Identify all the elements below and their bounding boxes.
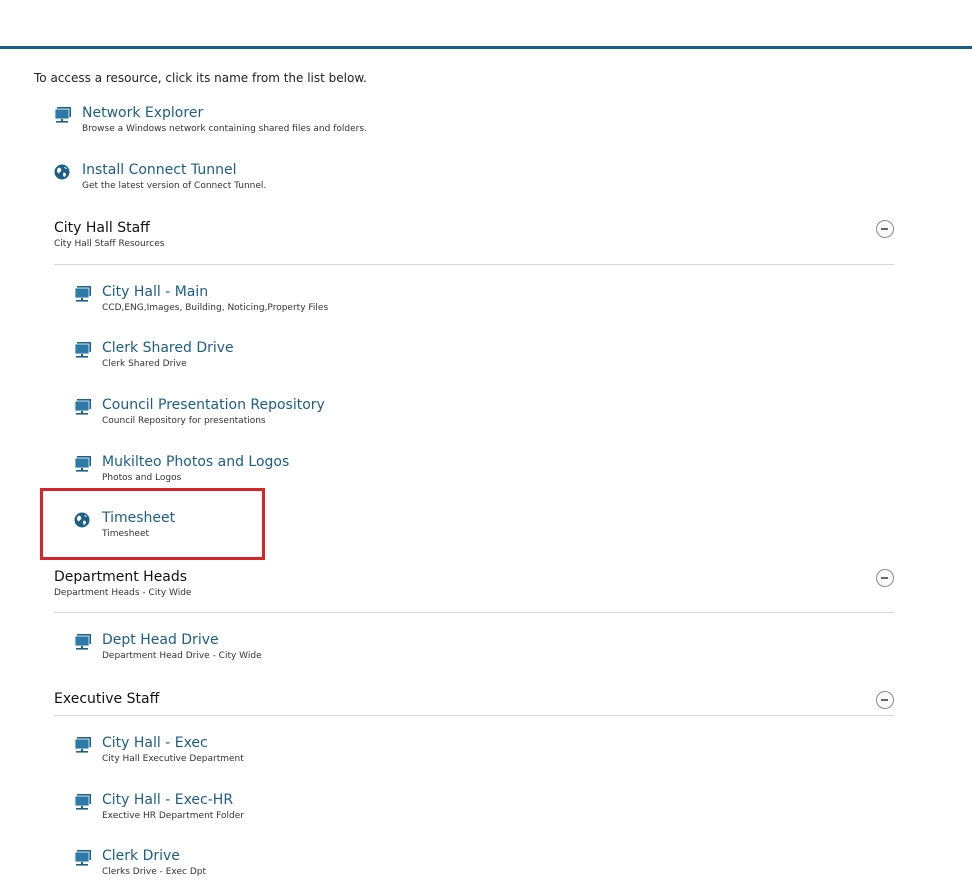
highlight-box bbox=[40, 488, 265, 560]
network-drive-icon bbox=[74, 399, 92, 415]
resource-title[interactable]: Mukilteo Photos and Logos bbox=[102, 454, 289, 470]
resource-desc: City Hall Executive Department bbox=[102, 754, 244, 764]
group-title: City Hall Staff bbox=[54, 220, 150, 236]
resource-title[interactable]: Clerk Drive bbox=[102, 848, 180, 864]
group-desc: Department Heads - City Wide bbox=[54, 588, 192, 598]
resource-desc: Browse a Windows network containing shar… bbox=[82, 124, 367, 134]
network-drive-icon bbox=[74, 456, 92, 472]
resource-desc: Photos and Logos bbox=[102, 473, 182, 483]
group-department-heads: Department Heads Department Heads - City… bbox=[54, 569, 894, 614]
resource-title[interactable]: Dept Head Drive bbox=[102, 632, 219, 648]
group-title: Department Heads bbox=[54, 569, 188, 585]
collapse-button[interactable] bbox=[876, 569, 894, 587]
resource-desc: Exective HR Department Folder bbox=[102, 811, 244, 821]
collapse-button[interactable] bbox=[876, 220, 894, 238]
resource-desc: Clerks Drive - Exec Dpt bbox=[102, 867, 207, 877]
resource-title[interactable]: Clerk Shared Drive bbox=[102, 340, 234, 356]
resource-title[interactable]: Network Explorer bbox=[82, 105, 203, 121]
group-divider bbox=[54, 264, 894, 265]
resource-desc: Department Head Drive - City Wide bbox=[102, 651, 262, 661]
globe-icon bbox=[54, 164, 72, 180]
group-divider bbox=[54, 715, 894, 716]
resource-title[interactable]: City Hall - Exec-HR bbox=[102, 792, 233, 808]
resource-desc: Get the latest version of Connect Tunnel… bbox=[82, 181, 267, 191]
network-drive-icon bbox=[74, 850, 92, 866]
network-drive-icon bbox=[54, 107, 72, 123]
resource-title[interactable]: City Hall - Exec bbox=[102, 735, 208, 751]
group-divider bbox=[54, 612, 894, 613]
resource-title[interactable]: Install Connect Tunnel bbox=[82, 162, 236, 178]
network-drive-icon bbox=[74, 737, 92, 753]
network-drive-icon bbox=[74, 286, 92, 302]
resource-desc: Clerk Shared Drive bbox=[102, 359, 187, 369]
network-drive-icon bbox=[74, 342, 92, 358]
resource-title[interactable]: City Hall - Main bbox=[102, 284, 208, 300]
resource-title[interactable]: Council Presentation Repository bbox=[102, 397, 325, 413]
collapse-button[interactable] bbox=[876, 691, 894, 709]
resource-desc: CCD,ENG,Images, Building, Noticing,Prope… bbox=[102, 303, 329, 313]
group-title: Executive Staff bbox=[54, 691, 160, 707]
header-divider bbox=[0, 46, 972, 49]
network-drive-icon bbox=[74, 634, 92, 650]
network-drive-icon bbox=[74, 794, 92, 810]
intro-text: To access a resource, click its name fro… bbox=[34, 71, 367, 85]
group-desc: City Hall Staff Resources bbox=[54, 239, 165, 249]
resource-desc: Council Repository for presentations bbox=[102, 416, 266, 426]
group-city-hall-staff: City Hall Staff City Hall Staff Resource… bbox=[54, 220, 894, 265]
group-executive-staff: Executive Staff bbox=[54, 691, 894, 717]
